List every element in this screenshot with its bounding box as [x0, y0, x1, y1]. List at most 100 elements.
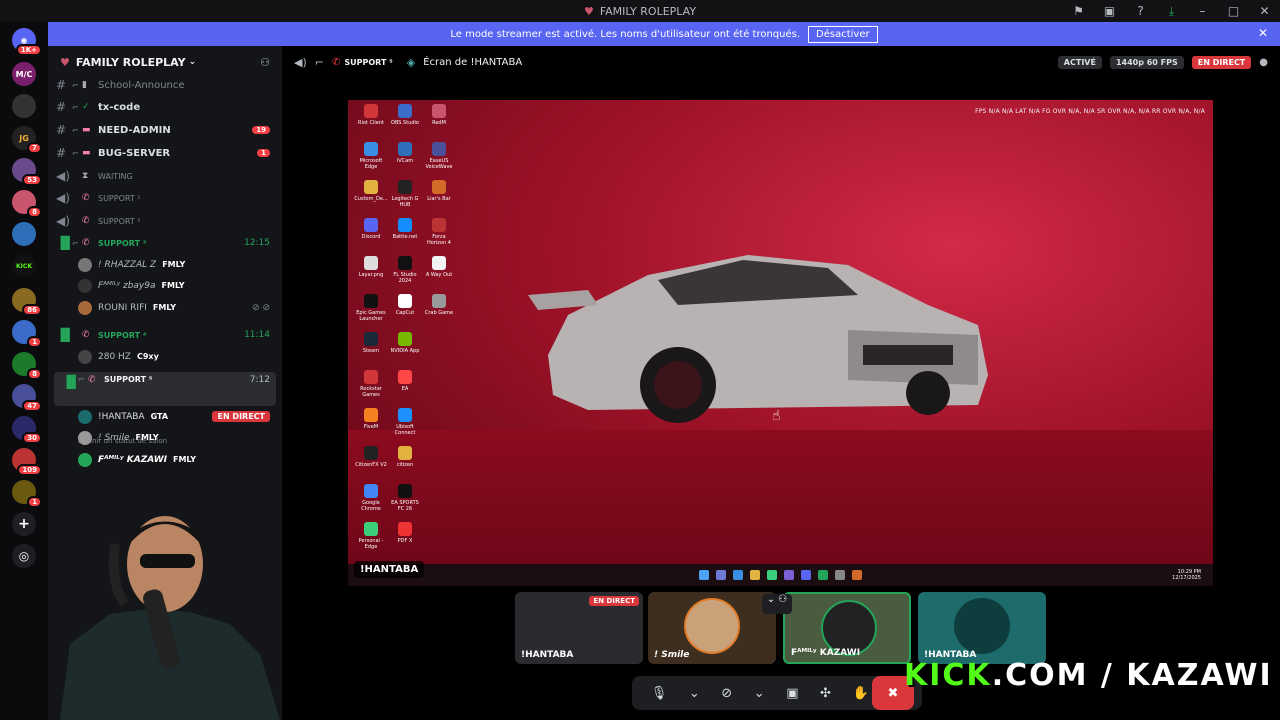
voice-user[interactable]: ! RHAZZAL Z FMLY	[48, 254, 282, 275]
sos-icon: ▬	[82, 148, 91, 158]
desktop-icon[interactable]: iVCam	[388, 142, 422, 164]
participant-tile[interactable]: !HANTABA	[918, 592, 1046, 664]
desktop-icon[interactable]: Discord	[354, 218, 388, 240]
flag-icon[interactable]: ⚑	[1063, 4, 1094, 18]
server-icon[interactable]: 47	[12, 384, 42, 412]
collapse-participants-button[interactable]: ⌄ ⚇	[762, 594, 792, 614]
chevron-down-icon[interactable]: ⌄	[689, 686, 700, 701]
desktop-icon[interactable]: Ubisoft Connect	[388, 408, 422, 436]
participant-tile[interactable]: ! Smile	[648, 592, 776, 664]
desktop-icon[interactable]: OBS Studio	[388, 104, 422, 126]
voice-channel-item[interactable]: ◀) ⧗ WAITING	[48, 165, 282, 187]
desktop-icon[interactable]: EaseUS VoiceWave	[422, 142, 456, 170]
voice-channel-item[interactable]: ▐▌ ⌐ ✆ SUPPORT ³ 12:15	[48, 232, 282, 254]
desktop-icon[interactable]: NVIDIA App	[388, 332, 422, 354]
desktop-icon[interactable]: Layar.png	[354, 256, 388, 278]
stage-area: ◀) ⌐ ✆ SUPPORT ⁵ ◈ Écran de !HANTABA ACT…	[282, 46, 1280, 720]
app-logo-icon: ♥	[583, 4, 594, 18]
desktop-icon[interactable]: PDF X	[388, 522, 422, 544]
screen-share-video[interactable]: FPS N/A N/A LAT N/A FG OVR N/A, N/A SR O…	[348, 100, 1213, 586]
desktop-icon[interactable]: Liar's Bar	[422, 180, 456, 202]
home-button[interactable]: ◉ 1K+	[12, 28, 42, 56]
desktop-icon[interactable]: A Way Out	[422, 256, 456, 278]
server-icon[interactable]: 86	[12, 288, 42, 316]
desktop-icon-label: EA SPORTS FC 26	[391, 500, 419, 512]
server-icon[interactable]	[12, 94, 36, 118]
desktop-icon-label: EaseUS VoiceWave	[425, 158, 453, 170]
desktop-icon[interactable]: Rockstar Games	[354, 370, 388, 398]
channel-item[interactable]: # ⌐ ▬ NEED-ADMIN 19	[48, 119, 282, 141]
server-icon[interactable]: 53	[12, 158, 42, 186]
channel-item[interactable]: # ⌐ ▮ School-Announce	[48, 74, 282, 96]
stage-header: ◀) ⌐ ✆ SUPPORT ⁵ ◈ Écran de !HANTABA ACT…	[282, 46, 1280, 78]
voice-user[interactable]: !HANTABA GTA EN DIRECT	[48, 406, 282, 427]
desktop-icon[interactable]: Logitech G HUB	[388, 180, 422, 208]
invite-icon[interactable]: ⚇	[260, 56, 270, 69]
server-icon[interactable]: 1	[12, 320, 42, 348]
server-icon[interactable]	[12, 222, 36, 246]
webcam-overlay	[60, 516, 280, 720]
desktop-icon-label: Liar's Bar	[427, 196, 451, 202]
user-tag: FMLY	[173, 455, 197, 464]
server-icon[interactable]: KICK	[12, 254, 36, 278]
avatar	[78, 257, 92, 272]
server-icon[interactable]: JG 7	[12, 126, 42, 154]
maximize-button[interactable]: □	[1218, 4, 1249, 18]
server-icon[interactable]: M/C	[12, 62, 36, 86]
close-icon[interactable]: ✕	[1258, 26, 1268, 40]
thread-icon: ⌐	[72, 238, 79, 248]
voice-channel-item-active[interactable]: ▐▌ ⌐ ✆ SUPPORT ⁵ 7:12	[54, 372, 276, 406]
help-icon[interactable]: ?	[1125, 4, 1156, 18]
soundboard-icon[interactable]: ✋	[852, 686, 868, 701]
voice-user[interactable]: Fᴬᴹᴵᴸʸ zbay9a FMLY	[48, 275, 282, 296]
channel-item[interactable]: # ⌐ ▬ BUG-SERVER 1	[48, 142, 282, 164]
participant-tile[interactable]: EN DIRECT !HANTABA	[515, 592, 643, 664]
desktop-icon-label: Microsoft Edge	[359, 158, 383, 170]
sos-icon: ▬	[82, 125, 91, 135]
microphone-icon[interactable]: 🎙	[651, 686, 668, 701]
disable-streamer-mode-button[interactable]: Désactiver	[808, 25, 878, 43]
desktop-icon-label: Riot Client	[358, 120, 384, 126]
voice-user[interactable]: 280 HZ C9xy	[48, 346, 282, 367]
taskbar-app-icon	[767, 570, 777, 580]
desktop-icon[interactable]: RedM	[422, 104, 456, 126]
minimize-button[interactable]: –	[1187, 4, 1218, 18]
server-icon[interactable]: 8	[12, 352, 42, 380]
voice-channel-item[interactable]: ◀) ✆ SUPPORT ²	[48, 210, 282, 232]
channel-item[interactable]: # ⌐ ✓ tx-code	[48, 96, 282, 118]
voice-channel-item[interactable]: ◀) ✆ SUPPORT ¹	[48, 187, 282, 209]
desktop-icon[interactable]: Steam	[354, 332, 388, 354]
server-icon[interactable]: 109	[12, 448, 42, 476]
desktop-icon[interactable]: Riot Client	[354, 104, 388, 126]
camera-off-icon[interactable]: ⊘	[721, 686, 732, 701]
voice-user[interactable]: Fᴬᴹᴵᴸʸ KAZAWI FMLY	[48, 449, 282, 470]
user-tag: C9xy	[136, 352, 159, 361]
voice-channel-item[interactable]: ▐▌ ✆ SUPPORT ⁴ 11:14	[48, 324, 282, 346]
server-icon[interactable]: 8	[12, 190, 42, 218]
close-window-button[interactable]: ✕	[1249, 4, 1280, 18]
desktop-icon[interactable]: Forza Horizon 4	[422, 218, 456, 246]
desktop-icon[interactable]: Custom_De...	[354, 180, 388, 202]
desktop-icon[interactable]: EA	[388, 370, 422, 392]
server-icon[interactable]: 30	[12, 416, 42, 444]
desktop-icon[interactable]: FL Studio 2024	[388, 256, 422, 284]
voice-user[interactable]: ROUNI RIFI FMLY ⊘ ⊘	[48, 297, 282, 318]
desktop-icon[interactable]: Microsoft Edge	[354, 142, 388, 170]
desktop-icon[interactable]: Crab Game	[422, 294, 456, 316]
voice-timer: 7:12	[249, 375, 270, 385]
voice-user[interactable]: ! Smile FMLY	[48, 427, 282, 448]
desktop-icon[interactable]: FiveM	[354, 408, 388, 430]
screen-share-icon[interactable]: ▣	[786, 686, 798, 701]
desktop-icon[interactable]: Battle.net	[388, 218, 422, 240]
participant-tile-speaking[interactable]: Fᴬᴹᴵᴸʸ KAZAWI	[783, 592, 911, 664]
desktop-icon[interactable]: citizen	[388, 446, 422, 468]
desktop-icon[interactable]: EA SPORTS FC 26	[388, 484, 422, 512]
download-icon[interactable]: ⤓	[1156, 4, 1187, 19]
desktop-icon[interactable]: CitizenFX V2	[354, 446, 388, 468]
inbox-icon[interactable]: ▣	[1094, 4, 1125, 18]
desktop-icon[interactable]: Epic Games Launcher	[354, 294, 388, 322]
desktop-icon[interactable]: CapCut	[388, 294, 422, 316]
activities-icon[interactable]: ✣	[820, 686, 831, 701]
chevron-down-icon[interactable]: ⌄	[754, 686, 765, 701]
chat-icon[interactable]: ●	[1259, 57, 1268, 68]
